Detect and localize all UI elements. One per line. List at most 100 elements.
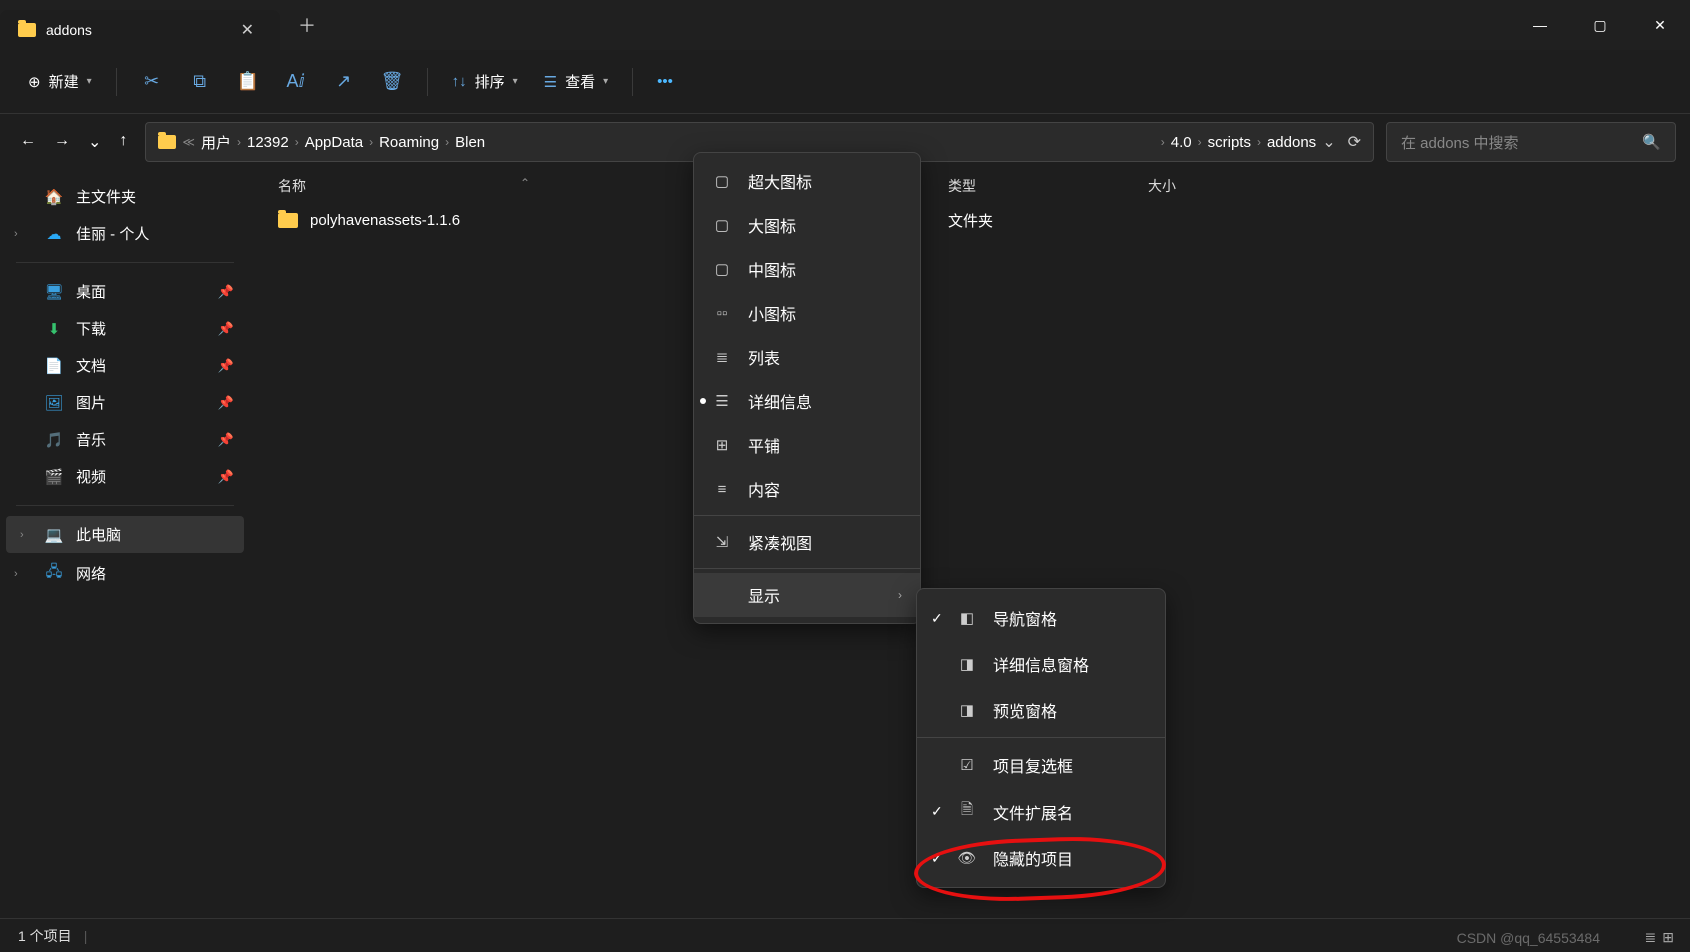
- cut-button[interactable]: ✂: [131, 63, 173, 100]
- view-label: 查看: [565, 71, 595, 92]
- menu-s-icons[interactable]: ▫▫小图标: [694, 291, 920, 335]
- nav-arrows: ← → ⌄ ↑: [14, 132, 133, 152]
- sidebar-downloads[interactable]: ⬇下载📌: [0, 310, 250, 347]
- pane-left-icon: ◧: [957, 609, 977, 627]
- list-icon: ≣: [712, 348, 732, 366]
- home-icon: 🏠: [44, 188, 64, 206]
- forward-button[interactable]: →: [54, 132, 70, 152]
- toolbar: ⊕ 新建 ▾ ✂ ⧉ 📋 Aⅈ ↗ 🗑 ↑↓ 排序 ▾ ☰ 查看 ▾ •••: [0, 50, 1690, 114]
- menu-m-icons[interactable]: ▢中图标: [694, 247, 920, 291]
- tab-title: addons: [46, 22, 223, 38]
- bc-item[interactable]: Roaming: [379, 134, 439, 151]
- sidebar-home[interactable]: 🏠主文件夹: [0, 178, 250, 215]
- menu-content[interactable]: ≡内容: [694, 467, 920, 511]
- expand-icon[interactable]: ›: [14, 228, 18, 240]
- sidebar-pictures[interactable]: 🖼图片📌: [0, 384, 250, 421]
- sidebar-documents[interactable]: 📄文档📌: [0, 347, 250, 384]
- sidebar-desktop[interactable]: 🖥桌面📌: [0, 273, 250, 310]
- thumb-view-icon[interactable]: ⊞: [1662, 929, 1674, 946]
- menu-xl-icons[interactable]: ▢超大图标: [694, 159, 920, 203]
- more-icon: •••: [657, 73, 673, 90]
- sidebar-videos[interactable]: 🎬视频📌: [0, 458, 250, 495]
- rename-icon: Aⅈ: [285, 71, 307, 92]
- copy-button[interactable]: ⧉: [179, 63, 221, 100]
- sort-button[interactable]: ↑↓ 排序 ▾: [442, 63, 528, 100]
- view-button[interactable]: ☰ 查看 ▾: [534, 63, 619, 100]
- new-button[interactable]: ⊕ 新建 ▾: [18, 63, 102, 100]
- paste-button[interactable]: 📋: [227, 63, 269, 100]
- menu-tiles[interactable]: ⊞平铺: [694, 423, 920, 467]
- history-chevron-icon[interactable]: ⌄: [1322, 132, 1335, 152]
- menu-separator: [694, 568, 920, 569]
- documents-icon: 📄: [44, 357, 64, 375]
- column-headers: 名称 类型 大小: [250, 170, 1690, 202]
- network-icon: 🖧: [44, 561, 64, 586]
- menu-l-icons[interactable]: ▢大图标: [694, 203, 920, 247]
- search-input[interactable]: 在 addons 中搜索 🔍: [1386, 122, 1676, 162]
- rename-button[interactable]: Aⅈ: [275, 63, 317, 100]
- checkbox-icon: ☑: [957, 756, 977, 774]
- pin-icon: 📌: [218, 284, 234, 300]
- more-button[interactable]: •••: [647, 65, 683, 98]
- col-type[interactable]: 类型: [948, 176, 1148, 196]
- refresh-button[interactable]: ⟳: [1348, 132, 1361, 152]
- maximize-button[interactable]: ▢: [1570, 4, 1630, 46]
- downloads-icon: ⬇: [44, 320, 64, 338]
- expand-icon[interactable]: ›: [20, 529, 24, 541]
- paste-icon: 📋: [237, 71, 259, 92]
- pictures-icon: 🖼: [44, 394, 64, 412]
- check-icon: ✓: [931, 803, 943, 820]
- menu-preview-pane[interactable]: ◨预览窗格: [917, 687, 1165, 733]
- grid-m-icon: ▢: [712, 260, 732, 278]
- menu-checkboxes[interactable]: ☑项目复选框: [917, 742, 1165, 788]
- close-button[interactable]: ✕: [1630, 4, 1690, 46]
- back-button[interactable]: ←: [20, 132, 36, 152]
- bc-item[interactable]: Blen: [455, 134, 485, 151]
- bc-item[interactable]: addons: [1267, 134, 1316, 151]
- minimize-button[interactable]: —: [1510, 4, 1570, 46]
- menu-show[interactable]: 显示›: [694, 573, 920, 617]
- folder-icon: [278, 213, 298, 228]
- new-tab-button[interactable]: ＋: [280, 12, 334, 38]
- share-button[interactable]: ↗: [323, 63, 365, 100]
- delete-button[interactable]: 🗑: [371, 63, 413, 100]
- check-icon: ✓: [931, 610, 943, 627]
- desktop-icon: 🖥: [44, 283, 64, 301]
- bc-item[interactable]: AppData: [305, 134, 363, 151]
- menu-details-pane[interactable]: ◨详细信息窗格: [917, 641, 1165, 687]
- up-button[interactable]: ↑: [119, 132, 127, 152]
- sidebar-this-pc[interactable]: ›💻此电脑: [6, 516, 244, 553]
- recent-button[interactable]: ⌄: [88, 132, 101, 152]
- divider: |: [84, 928, 88, 944]
- separator: [16, 262, 234, 263]
- menu-list[interactable]: ≣列表: [694, 335, 920, 379]
- tab-addons[interactable]: addons ✕: [0, 10, 280, 50]
- menu-nav-pane[interactable]: ✓◧导航窗格: [917, 595, 1165, 641]
- menu-compact[interactable]: ⇲紧凑视图: [694, 520, 920, 564]
- copy-icon: ⧉: [189, 71, 211, 92]
- bc-item[interactable]: 用户: [201, 132, 231, 153]
- menu-hidden-items[interactable]: ✓👁隐藏的项目: [917, 835, 1165, 881]
- bc-item[interactable]: 12392: [247, 134, 289, 151]
- menu-extensions[interactable]: ✓🗎文件扩展名: [917, 788, 1165, 835]
- sidebar-network[interactable]: ›🖧网络: [0, 553, 250, 594]
- chevron-down-icon: ▾: [87, 76, 92, 87]
- column-collapse-icon[interactable]: ⌃: [520, 172, 530, 194]
- expand-icon[interactable]: ›: [14, 568, 18, 580]
- list-item[interactable]: polyhavenassets-1.1.6 文件夹: [250, 202, 1690, 239]
- separator: [632, 68, 633, 96]
- pin-icon: 📌: [218, 358, 234, 374]
- sidebar-music[interactable]: 🎵音乐📌: [0, 421, 250, 458]
- sidebar-personal[interactable]: ›☁佳丽 - 个人: [0, 215, 250, 252]
- close-tab-icon[interactable]: ✕: [233, 16, 262, 44]
- bc-item[interactable]: scripts: [1208, 134, 1251, 151]
- onedrive-icon: ☁: [44, 225, 64, 243]
- sort-icon: ↑↓: [452, 73, 467, 90]
- overflow-icon[interactable]: ≪: [182, 135, 195, 149]
- details-view-icon[interactable]: ≣: [1645, 929, 1657, 946]
- menu-details[interactable]: ☰详细信息: [694, 379, 920, 423]
- col-size[interactable]: 大小: [1148, 176, 1288, 196]
- separator: [427, 68, 428, 96]
- bc-item[interactable]: 4.0: [1171, 134, 1192, 151]
- view-toggle[interactable]: ≣⊞: [1645, 929, 1674, 946]
